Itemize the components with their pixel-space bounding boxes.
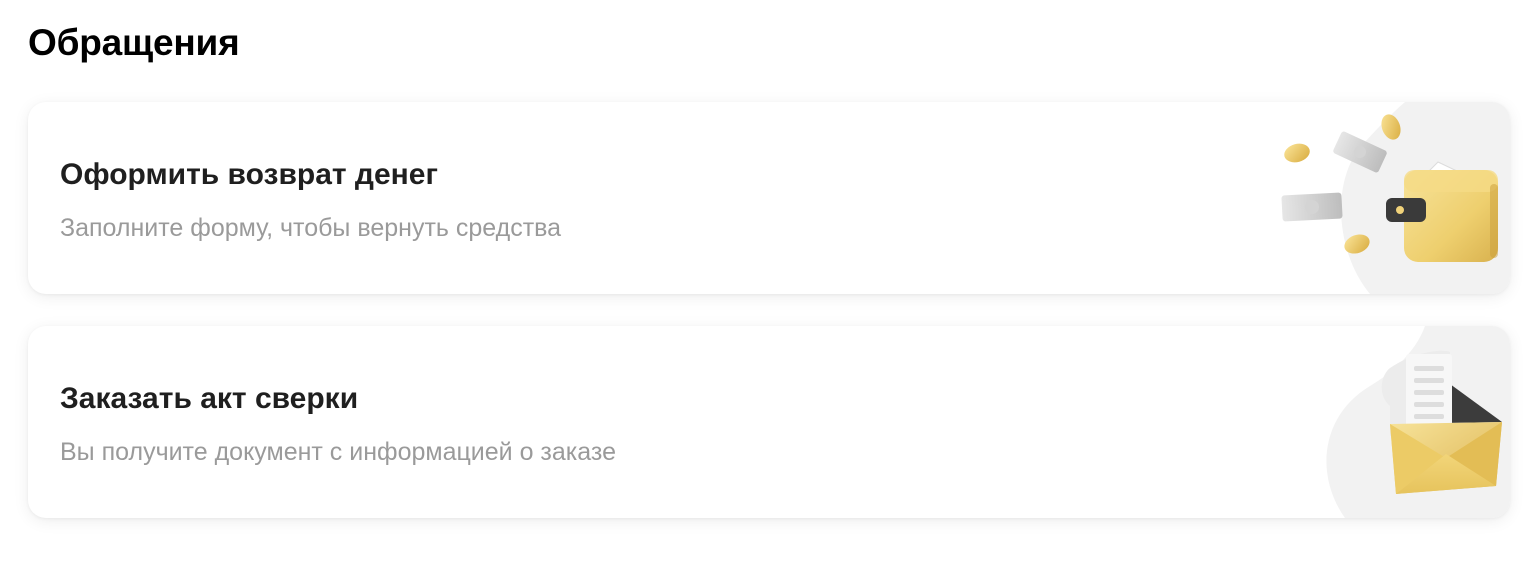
page: Обращения Оформить возврат денег Заполни… (0, 0, 1540, 574)
reconciliation-card[interactable]: Заказать акт сверки Вы получите документ… (28, 326, 1510, 518)
refund-card[interactable]: Оформить возврат денег Заполните форму, … (28, 102, 1510, 294)
reconciliation-card-subtitle: Вы получите документ с информацией о зак… (60, 438, 616, 466)
page-title: Обращения (28, 22, 240, 63)
refund-card-subtitle: Заполните форму, чтобы вернуть средства (60, 214, 562, 242)
envelope-document-icon (1326, 326, 1510, 518)
refund-card-title: Оформить возврат денег (60, 158, 438, 191)
reconciliation-card-title: Заказать акт сверки (60, 382, 359, 415)
wallet-coins-icon (1281, 102, 1510, 294)
